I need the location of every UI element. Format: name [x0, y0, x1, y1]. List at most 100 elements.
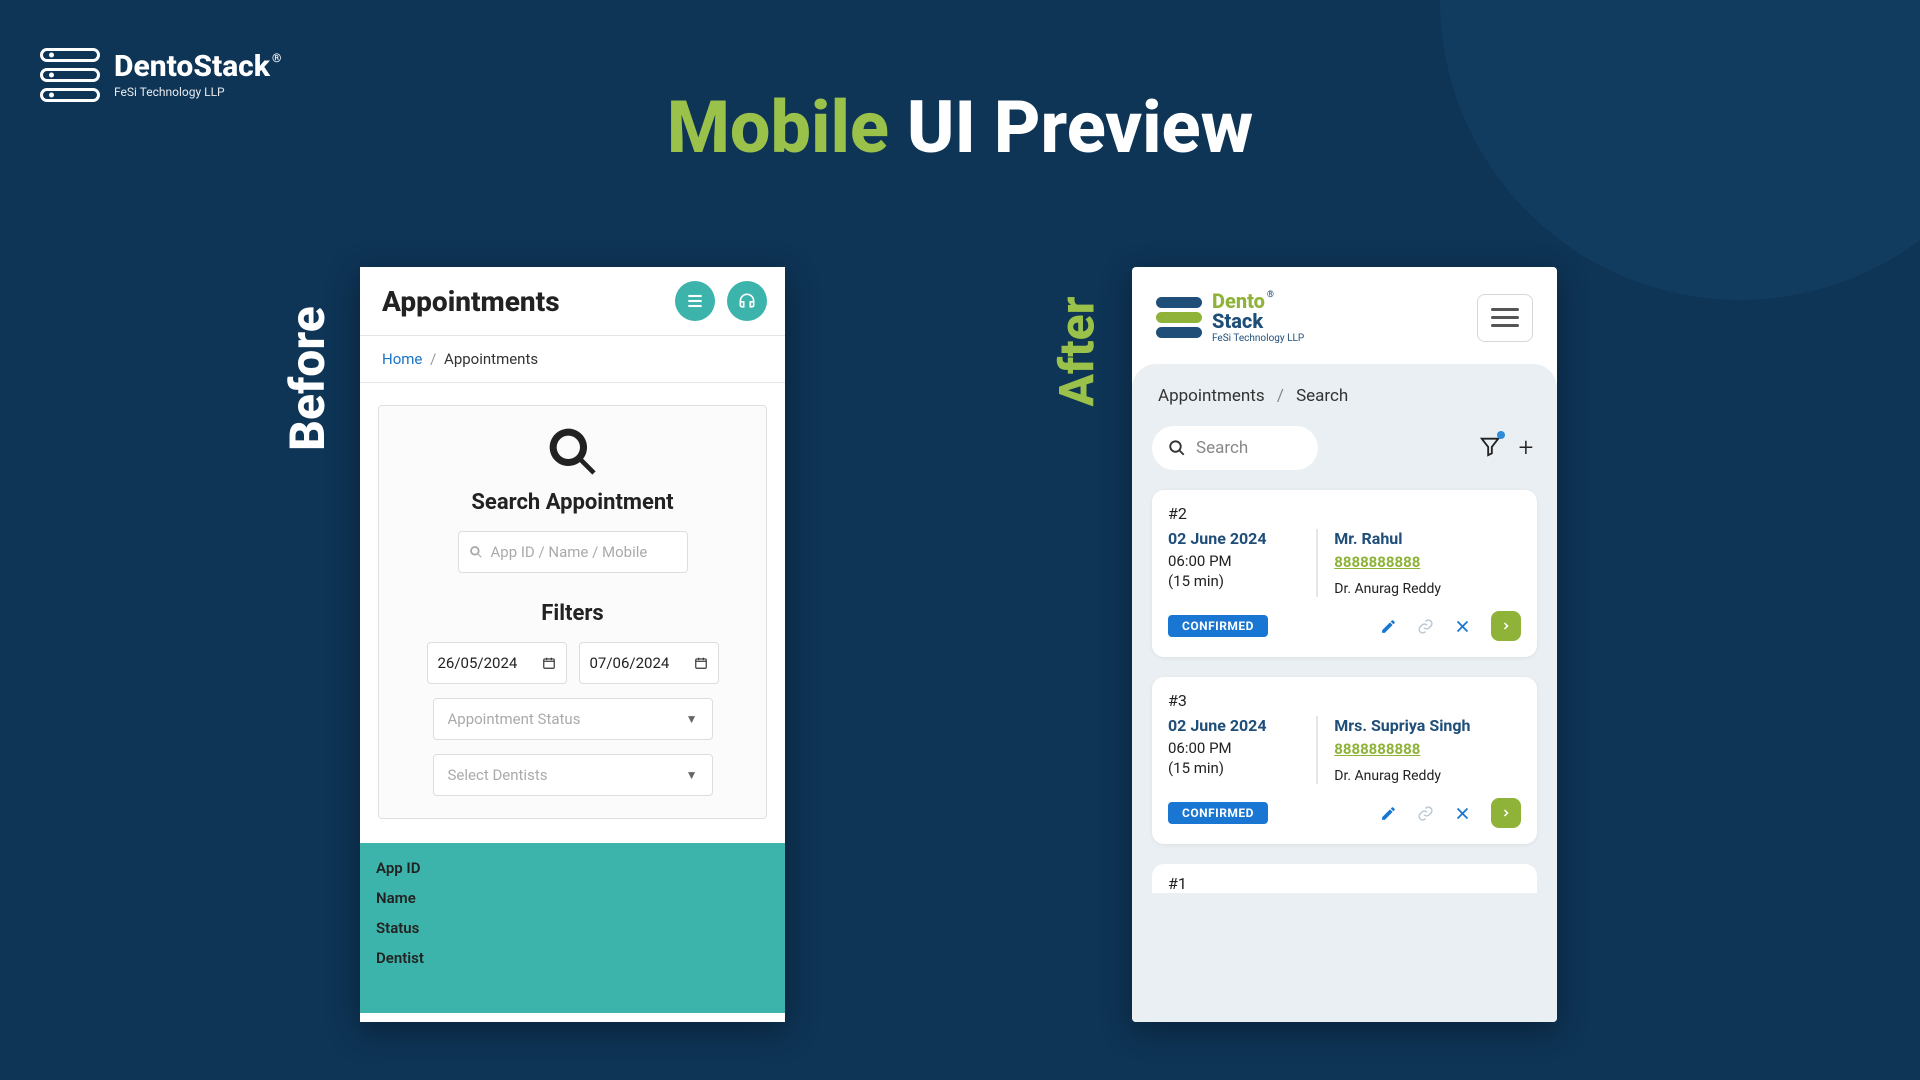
card-doctor: Dr. Anurag Reddy: [1334, 768, 1521, 784]
date-from-value: 26/05/2024: [438, 654, 518, 672]
dentist-placeholder: Select Dentists: [448, 766, 548, 784]
close-icon: [1454, 618, 1471, 635]
edit-button[interactable]: [1380, 618, 1397, 635]
col-dentist: Dentist: [376, 943, 769, 973]
after-breadcrumb: Appointments / Search: [1152, 386, 1537, 406]
hamburger-icon: [1491, 308, 1519, 311]
logo-bars-icon: [40, 48, 100, 102]
search-placeholder: App ID / Name / Mobile: [491, 543, 648, 561]
card-time: 06:00 PM: [1168, 552, 1302, 570]
link-button[interactable]: [1417, 618, 1434, 635]
breadcrumb-separator: /: [430, 350, 436, 368]
status-select[interactable]: Appointment Status ▼: [433, 698, 713, 740]
card-id: #2: [1168, 504, 1521, 523]
card-patient-name: Mrs. Supriya Singh: [1334, 716, 1521, 735]
dentist-select[interactable]: Select Dentists ▼: [433, 754, 713, 796]
search-placeholder: Search: [1196, 438, 1248, 458]
before-header-title: Appointments: [382, 285, 560, 318]
search-icon: [1168, 439, 1186, 457]
unlink-icon: [1417, 618, 1434, 635]
calendar-icon: [694, 656, 708, 670]
logo-text-b: Stack: [1212, 309, 1263, 333]
pencil-icon: [1380, 618, 1397, 635]
after-logo: Dento®Stack FeSi Technology LLP: [1156, 291, 1304, 344]
breadcrumb-current: Appointments: [444, 350, 538, 368]
cancel-button[interactable]: [1454, 618, 1471, 635]
after-preview: Dento®Stack FeSi Technology LLP Appointm…: [1132, 267, 1557, 1022]
breadcrumb-appointments[interactable]: Appointments: [1158, 386, 1265, 406]
big-search-icon: [391, 424, 754, 484]
card-patient-name: Mr. Rahul: [1334, 529, 1521, 548]
filter-active-dot: [1497, 431, 1505, 439]
card-phone-link[interactable]: 8888888888: [1334, 553, 1420, 571]
date-to-input[interactable]: 07/06/2024: [579, 642, 719, 684]
unlink-icon: [1417, 805, 1434, 822]
logo-bars-icon: [1156, 297, 1202, 338]
card-time: 06:00 PM: [1168, 739, 1302, 757]
support-icon-button[interactable]: [727, 281, 767, 321]
card-doctor: Dr. Anurag Reddy: [1334, 581, 1521, 597]
page-title-rest: UI Preview: [889, 85, 1253, 170]
plus-icon: +: [1519, 433, 1534, 463]
card-id: #1: [1168, 874, 1521, 893]
card-date: 02 June 2024: [1168, 716, 1302, 735]
status-placeholder: Appointment Status: [448, 710, 581, 728]
before-breadcrumb: Home / Appointments: [360, 336, 785, 383]
chevron-right-icon: [1500, 807, 1512, 819]
card-duration: (15 min): [1168, 759, 1302, 777]
before-search-card: Search Appointment App ID / Name / Mobil…: [378, 405, 767, 819]
open-button[interactable]: [1491, 611, 1521, 641]
close-icon: [1454, 805, 1471, 822]
link-button[interactable]: [1417, 805, 1434, 822]
card-duration: (15 min): [1168, 572, 1302, 590]
card-id: #3: [1168, 691, 1521, 710]
brand-name: DentoStack: [114, 49, 270, 84]
page-title: Mobile UI Preview: [0, 85, 1920, 170]
date-from-input[interactable]: 26/05/2024: [427, 642, 567, 684]
status-badge: CONFIRMED: [1168, 802, 1268, 824]
pencil-icon: [1380, 805, 1397, 822]
before-table-header: App ID Name Status Dentist: [360, 843, 785, 1013]
brand-registered: ®: [272, 51, 281, 65]
status-badge: CONFIRMED: [1168, 615, 1268, 637]
breadcrumb-search: Search: [1296, 386, 1348, 406]
headset-icon: [737, 291, 757, 311]
add-button[interactable]: +: [1515, 433, 1537, 463]
menu-button[interactable]: [1477, 294, 1533, 342]
col-name: Name: [376, 883, 769, 913]
before-label: Before: [279, 306, 336, 451]
after-label: After: [1049, 296, 1106, 406]
brand-logo: DentoStack® FeSi Technology LLP: [40, 48, 281, 102]
page-title-accent: Mobile: [667, 85, 889, 170]
logo-tag: FeSi Technology LLP: [1212, 333, 1304, 344]
col-appid: App ID: [376, 853, 769, 883]
appointment-card[interactable]: #1: [1152, 864, 1537, 893]
filter-button[interactable]: [1479, 435, 1501, 461]
hamburger-icon: [685, 291, 705, 311]
search-heading: Search Appointment: [391, 490, 754, 515]
menu-icon-button[interactable]: [675, 281, 715, 321]
card-date: 02 June 2024: [1168, 529, 1302, 548]
card-phone-link[interactable]: 8888888888: [1334, 740, 1420, 758]
chevron-down-icon: ▼: [686, 712, 698, 726]
logo-registered: ®: [1267, 290, 1274, 300]
chevron-right-icon: [1500, 620, 1512, 632]
breadcrumb-separator: /: [1277, 386, 1284, 406]
col-status: Status: [376, 913, 769, 943]
chevron-down-icon: ▼: [686, 768, 698, 782]
brand-tagline: FeSi Technology LLP: [114, 86, 281, 98]
search-input[interactable]: App ID / Name / Mobile: [458, 531, 688, 573]
open-button[interactable]: [1491, 798, 1521, 828]
date-to-value: 07/06/2024: [590, 654, 670, 672]
search-input[interactable]: Search: [1152, 426, 1318, 470]
filter-icon: [1479, 435, 1501, 457]
calendar-icon: [542, 656, 556, 670]
edit-button[interactable]: [1380, 805, 1397, 822]
cancel-button[interactable]: [1454, 805, 1471, 822]
appointment-card[interactable]: #3 02 June 2024 06:00 PM (15 min) Mrs. S…: [1152, 677, 1537, 844]
filters-heading: Filters: [391, 601, 754, 626]
breadcrumb-home-link[interactable]: Home: [382, 350, 422, 368]
search-icon: [469, 545, 483, 559]
before-preview: Appointments Home / Appointments Search …: [360, 267, 785, 1022]
appointment-card[interactable]: #2 02 June 2024 06:00 PM (15 min) Mr. Ra…: [1152, 490, 1537, 657]
